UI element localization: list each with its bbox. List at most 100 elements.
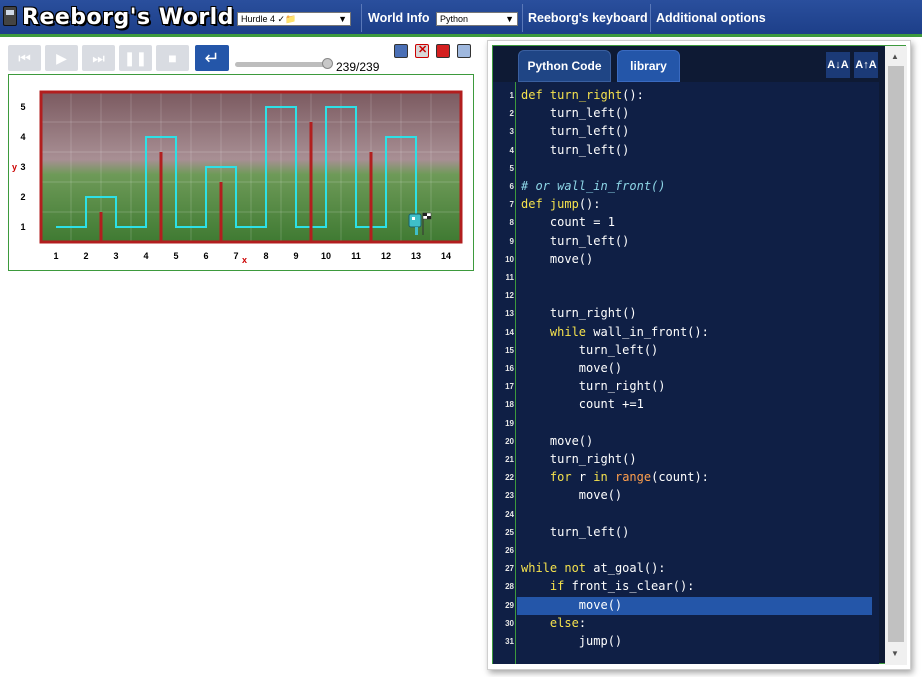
play-icon: ▶	[56, 50, 67, 66]
line-number: 22	[505, 473, 514, 483]
line-number: 2	[509, 109, 514, 119]
code-line[interactable]: move()	[521, 361, 622, 375]
x-tick-label: 8	[263, 251, 268, 261]
pause-button[interactable]: ❚❚	[119, 45, 152, 71]
editor-scrollbar[interactable]: ▲ ▼	[885, 46, 907, 665]
x-tick-label: 13	[411, 251, 421, 261]
stop-button[interactable]: ■	[156, 45, 189, 71]
font-increase-button[interactable]: A↑A	[854, 52, 878, 78]
code-line[interactable]: else:	[521, 616, 586, 630]
y-tick-label: 5	[20, 102, 25, 112]
image-icon[interactable]	[457, 44, 471, 58]
code-line[interactable]: def jump():	[521, 197, 601, 211]
tab-python-code[interactable]: Python Code	[518, 50, 611, 82]
reeborg-logo-icon	[3, 6, 17, 26]
step-slider-handle[interactable]	[322, 58, 333, 69]
line-number: 15	[505, 345, 514, 355]
code-line[interactable]: turn_left()	[521, 343, 658, 357]
skip-back-icon: ⏮	[18, 50, 31, 66]
x-icon: ✕	[418, 44, 428, 56]
line-number: 27	[505, 564, 514, 574]
keyboard-button[interactable]: Reeborg's keyboard	[523, 4, 653, 32]
code-line[interactable]: while wall_in_front():	[521, 325, 709, 339]
code-line[interactable]: turn_left()	[521, 124, 629, 138]
code-line[interactable]: for r in range(count):	[521, 470, 709, 484]
line-number: 12	[505, 291, 514, 301]
y-tick-label: 2	[20, 192, 25, 202]
code-line[interactable]: turn_left()	[521, 106, 629, 120]
highlight-icon[interactable]	[394, 44, 408, 58]
line-number: 23	[505, 491, 514, 501]
line-number-gutter: 1 2 3 4 5 6 7 8 9 10 11 12 13 14 15 16 17 18 19 20 21 22 23 24 2…	[493, 82, 516, 664]
code-line[interactable]: count = 1	[521, 215, 615, 229]
x-axis-label: x	[242, 255, 247, 265]
scrollbar-thumb[interactable]	[888, 66, 904, 642]
code-line[interactable]: if front_is_clear():	[521, 579, 695, 593]
code-line[interactable]: turn_left()	[521, 143, 629, 157]
record-icon[interactable]	[436, 44, 450, 58]
line-number: 28	[505, 582, 514, 592]
language-select[interactable]: Python ▼	[436, 12, 518, 26]
code-line[interactable]: move()	[521, 434, 593, 448]
code-line[interactable]: turn_left()	[521, 525, 629, 539]
line-number: 24	[505, 509, 514, 519]
line-number: 5	[509, 163, 514, 173]
code-editor[interactable]: Python Code library A↓A A↑A 1 2 3 4 5 6 7 8 9 10 1…	[492, 45, 907, 665]
tab-library[interactable]: library	[617, 50, 680, 82]
step-counter: 239/239	[336, 60, 380, 74]
line-number: 16	[505, 364, 514, 373]
line-number: 7	[509, 200, 514, 210]
line-number: 11	[505, 273, 514, 282]
x-tick-label: 10	[321, 251, 331, 261]
x-tick-label: 14	[441, 251, 451, 261]
world-canvas[interactable]: 1 2 3 4 5 6 7 8 9 10 11 12 13 14 1 2 3 4 5 x y	[8, 74, 474, 271]
world-grid: 1 2 3 4 5 6 7 8 9 10 11 12 13 1412345xy	[12, 90, 463, 265]
x-tick-label: 3	[113, 251, 118, 261]
step-slider-track[interactable]	[235, 62, 330, 67]
x-tick-label: 12	[381, 251, 391, 261]
x-tick-label: 7	[233, 251, 238, 261]
code-line[interactable]: jump()	[521, 634, 622, 648]
x-tick-label: 5	[173, 251, 178, 261]
code-line[interactable]: turn_left()	[521, 234, 629, 248]
editor-panel: Python Code library A↓A A↑A 1 2 3 4 5 6 7 8 9 10 1…	[487, 40, 911, 670]
world-info-button[interactable]: World Info	[363, 4, 435, 32]
code-line[interactable]: while not at_goal():	[521, 561, 666, 575]
line-number: 1	[509, 91, 514, 100]
line-number: 20	[505, 436, 514, 446]
line-number: 9	[509, 236, 514, 246]
line-number: 17	[505, 382, 514, 392]
code-line[interactable]: turn_right()	[521, 379, 666, 393]
delete-icon[interactable]: ✕	[415, 44, 429, 58]
font-decrease-button[interactable]: A↓A	[826, 52, 850, 78]
code-line[interactable]: # or wall_in_front()	[521, 179, 666, 193]
code-line[interactable]: move()	[521, 488, 622, 502]
scroll-down-icon[interactable]: ▼	[891, 649, 899, 658]
code-line[interactable]: move()	[521, 598, 622, 612]
code-line[interactable]: count +=1	[521, 397, 644, 411]
code-line[interactable]: move()	[521, 252, 593, 266]
last-step-button[interactable]: ⏭	[82, 45, 115, 71]
code-area[interactable]: 1 2 3 4 5 6 7 8 9 10 11 12 13 14 15 16 17 18 19 20 21 22 23 24 2…	[493, 82, 879, 664]
line-number: 3	[509, 127, 514, 137]
y-tick-label: 4	[20, 132, 25, 142]
code-line[interactable]: turn_right()	[521, 306, 637, 320]
x-tick-label: 6	[203, 251, 208, 261]
code-line[interactable]: turn_right()	[521, 452, 637, 466]
line-number: 31	[505, 637, 514, 646]
menu-divider	[361, 4, 362, 32]
x-tick-label: 1	[53, 251, 58, 261]
first-step-button[interactable]: ⏮	[8, 45, 41, 71]
play-button[interactable]: ▶	[45, 45, 78, 71]
step-back-button[interactable]: ↵	[195, 45, 229, 71]
line-number: 13	[505, 309, 514, 319]
y-tick-label: 3	[20, 162, 25, 172]
line-number: 18	[505, 400, 514, 410]
world-select[interactable]: Hurdle 4 ✓📁 ▼	[237, 12, 351, 26]
y-axis-label: y	[12, 162, 17, 172]
line-number: 26	[505, 546, 514, 555]
world-select-value: Hurdle 4 ✓📁	[241, 14, 297, 24]
scroll-up-icon[interactable]: ▲	[891, 52, 899, 61]
additional-options-button[interactable]: Additional options	[651, 4, 771, 32]
code-line[interactable]: def turn_right():	[521, 88, 644, 102]
